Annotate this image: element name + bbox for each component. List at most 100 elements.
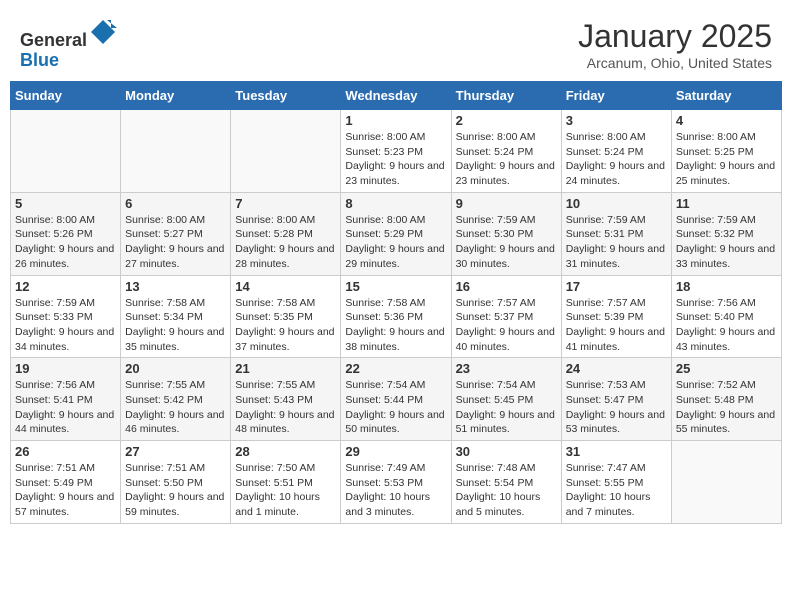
logo-general-text: General bbox=[20, 30, 87, 50]
week-row-4: 19Sunrise: 7:56 AM Sunset: 5:41 PM Dayli… bbox=[11, 358, 782, 441]
day-info: Sunrise: 7:47 AM Sunset: 5:55 PM Dayligh… bbox=[566, 461, 667, 520]
week-row-5: 26 Sunrise: 7:51 AM Sunset: 5:49 PM Dayli… bbox=[11, 441, 782, 524]
day-cell: 11 Sunrise: 7:59 AM Sunset: 5:32 PM Dayli… bbox=[671, 192, 781, 275]
day-info: Sunrise: 7:59 AM Sunset: 5:30 PM Dayligh… bbox=[456, 213, 557, 272]
day-info: Sunrise: 8:00 AM Sunset: 5:26 PM Dayligh… bbox=[15, 213, 116, 272]
day-cell: 22 Sunrise: 7:54 AM Sunset: 5:44 PM Dayli… bbox=[341, 358, 451, 441]
day-info: Sunrise: 7:51 AM Sunset: 5:49 PM Dayligh… bbox=[15, 461, 116, 520]
day-cell: 6Sunrise: 8:00 AM Sunset: 5:27 PM Daylig… bbox=[121, 192, 231, 275]
day-info: Sunrise: 8:00 AM Sunset: 5:25 PM Dayligh… bbox=[676, 130, 777, 189]
day-number: 18 bbox=[676, 279, 777, 294]
day-cell bbox=[231, 110, 341, 193]
title-block: January 2025 Arcanum, Ohio, United State… bbox=[578, 18, 772, 71]
day-cell: 13Sunrise: 7:58 AM Sunset: 5:34 PM Dayli… bbox=[121, 275, 231, 358]
day-cell: 5 Sunrise: 8:00 AM Sunset: 5:26 PM Daylig… bbox=[11, 192, 121, 275]
day-cell bbox=[121, 110, 231, 193]
day-cell: 26 Sunrise: 7:51 AM Sunset: 5:49 PM Dayli… bbox=[11, 441, 121, 524]
day-number: 7 bbox=[235, 196, 336, 211]
day-number: 28 bbox=[235, 444, 336, 459]
day-info: Sunrise: 7:58 AM Sunset: 5:35 PM Dayligh… bbox=[235, 296, 336, 355]
day-number: 29 bbox=[345, 444, 446, 459]
day-number: 11 bbox=[676, 196, 777, 211]
day-info: Sunrise: 7:52 AM Sunset: 5:48 PM Dayligh… bbox=[676, 378, 777, 437]
day-cell: 20Sunrise: 7:55 AM Sunset: 5:42 PM Dayli… bbox=[121, 358, 231, 441]
day-number: 24 bbox=[566, 361, 667, 376]
day-cell: 30 Sunrise: 7:48 AM Sunset: 5:54 PM Dayli… bbox=[451, 441, 561, 524]
day-info: Sunrise: 7:53 AM Sunset: 5:47 PM Dayligh… bbox=[566, 378, 667, 437]
weekday-header-monday: Monday bbox=[121, 82, 231, 110]
day-cell: 21 Sunrise: 7:55 AM Sunset: 5:43 PM Dayli… bbox=[231, 358, 341, 441]
day-info: Sunrise: 7:54 AM Sunset: 5:44 PM Dayligh… bbox=[345, 378, 446, 437]
day-cell: 7 Sunrise: 8:00 AM Sunset: 5:28 PM Daylig… bbox=[231, 192, 341, 275]
weekday-header-wednesday: Wednesday bbox=[341, 82, 451, 110]
day-info: Sunrise: 8:00 AM Sunset: 5:24 PM Dayligh… bbox=[456, 130, 557, 189]
day-cell: 3Sunrise: 8:00 AM Sunset: 5:24 PM Daylig… bbox=[561, 110, 671, 193]
day-info: Sunrise: 7:56 AM Sunset: 5:41 PM Dayligh… bbox=[15, 378, 116, 437]
day-cell: 17 Sunrise: 7:57 AM Sunset: 5:39 PM Dayli… bbox=[561, 275, 671, 358]
page-header: General Blue January 2025 Arcanum, Ohio,… bbox=[10, 10, 782, 77]
day-number: 30 bbox=[456, 444, 557, 459]
day-cell: 14Sunrise: 7:58 AM Sunset: 5:35 PM Dayli… bbox=[231, 275, 341, 358]
weekday-header-row: SundayMondayTuesdayWednesdayThursdayFrid… bbox=[11, 82, 782, 110]
day-cell: 12 Sunrise: 7:59 AM Sunset: 5:33 PM Dayli… bbox=[11, 275, 121, 358]
day-number: 9 bbox=[456, 196, 557, 211]
day-cell: 29 Sunrise: 7:49 AM Sunset: 5:53 PM Dayli… bbox=[341, 441, 451, 524]
logo-blue-text: Blue bbox=[20, 50, 59, 70]
day-info: Sunrise: 7:54 AM Sunset: 5:45 PM Dayligh… bbox=[456, 378, 557, 437]
day-info: Sunrise: 7:58 AM Sunset: 5:36 PM Dayligh… bbox=[345, 296, 446, 355]
weekday-header-thursday: Thursday bbox=[451, 82, 561, 110]
day-number: 20 bbox=[125, 361, 226, 376]
day-info: Sunrise: 8:00 AM Sunset: 5:28 PM Dayligh… bbox=[235, 213, 336, 272]
day-number: 17 bbox=[566, 279, 667, 294]
day-info: Sunrise: 7:57 AM Sunset: 5:37 PM Dayligh… bbox=[456, 296, 557, 355]
day-cell: 27Sunrise: 7:51 AM Sunset: 5:50 PM Dayli… bbox=[121, 441, 231, 524]
day-info: Sunrise: 7:59 AM Sunset: 5:31 PM Dayligh… bbox=[566, 213, 667, 272]
location: Arcanum, Ohio, United States bbox=[578, 55, 772, 71]
day-cell: 10Sunrise: 7:59 AM Sunset: 5:31 PM Dayli… bbox=[561, 192, 671, 275]
weekday-header-saturday: Saturday bbox=[671, 82, 781, 110]
day-number: 27 bbox=[125, 444, 226, 459]
day-number: 4 bbox=[676, 113, 777, 128]
day-cell: 1 Sunrise: 8:00 AM Sunset: 5:23 PM Daylig… bbox=[341, 110, 451, 193]
day-number: 26 bbox=[15, 444, 116, 459]
day-cell: 25Sunrise: 7:52 AM Sunset: 5:48 PM Dayli… bbox=[671, 358, 781, 441]
day-info: Sunrise: 7:57 AM Sunset: 5:39 PM Dayligh… bbox=[566, 296, 667, 355]
day-number: 1 bbox=[345, 113, 446, 128]
day-number: 31 bbox=[566, 444, 667, 459]
day-number: 21 bbox=[235, 361, 336, 376]
weekday-header-friday: Friday bbox=[561, 82, 671, 110]
day-cell: 16 Sunrise: 7:57 AM Sunset: 5:37 PM Dayli… bbox=[451, 275, 561, 358]
day-info: Sunrise: 7:59 AM Sunset: 5:33 PM Dayligh… bbox=[15, 296, 116, 355]
day-number: 15 bbox=[345, 279, 446, 294]
day-cell: 15 Sunrise: 7:58 AM Sunset: 5:36 PM Dayli… bbox=[341, 275, 451, 358]
month-title: January 2025 bbox=[578, 18, 772, 55]
day-number: 5 bbox=[15, 196, 116, 211]
day-number: 13 bbox=[125, 279, 226, 294]
logo-icon bbox=[89, 18, 117, 46]
week-row-2: 5 Sunrise: 8:00 AM Sunset: 5:26 PM Daylig… bbox=[11, 192, 782, 275]
day-cell: 19Sunrise: 7:56 AM Sunset: 5:41 PM Dayli… bbox=[11, 358, 121, 441]
day-cell: 4 Sunrise: 8:00 AM Sunset: 5:25 PM Daylig… bbox=[671, 110, 781, 193]
week-row-1: 1 Sunrise: 8:00 AM Sunset: 5:23 PM Daylig… bbox=[11, 110, 782, 193]
day-cell: 23 Sunrise: 7:54 AM Sunset: 5:45 PM Dayli… bbox=[451, 358, 561, 441]
day-cell bbox=[11, 110, 121, 193]
day-cell bbox=[671, 441, 781, 524]
day-info: Sunrise: 8:00 AM Sunset: 5:24 PM Dayligh… bbox=[566, 130, 667, 189]
day-info: Sunrise: 7:49 AM Sunset: 5:53 PM Dayligh… bbox=[345, 461, 446, 520]
day-info: Sunrise: 7:59 AM Sunset: 5:32 PM Dayligh… bbox=[676, 213, 777, 272]
day-info: Sunrise: 8:00 AM Sunset: 5:23 PM Dayligh… bbox=[345, 130, 446, 189]
day-number: 8 bbox=[345, 196, 446, 211]
day-cell: 2Sunrise: 8:00 AM Sunset: 5:24 PM Daylig… bbox=[451, 110, 561, 193]
day-info: Sunrise: 7:55 AM Sunset: 5:43 PM Dayligh… bbox=[235, 378, 336, 437]
day-cell: 9 Sunrise: 7:59 AM Sunset: 5:30 PM Daylig… bbox=[451, 192, 561, 275]
day-info: Sunrise: 7:48 AM Sunset: 5:54 PM Dayligh… bbox=[456, 461, 557, 520]
day-info: Sunrise: 7:50 AM Sunset: 5:51 PM Dayligh… bbox=[235, 461, 336, 520]
day-info: Sunrise: 8:00 AM Sunset: 5:27 PM Dayligh… bbox=[125, 213, 226, 272]
day-number: 12 bbox=[15, 279, 116, 294]
day-number: 23 bbox=[456, 361, 557, 376]
day-cell: 8Sunrise: 8:00 AM Sunset: 5:29 PM Daylig… bbox=[341, 192, 451, 275]
day-number: 16 bbox=[456, 279, 557, 294]
day-cell: 28 Sunrise: 7:50 AM Sunset: 5:51 PM Dayli… bbox=[231, 441, 341, 524]
day-number: 22 bbox=[345, 361, 446, 376]
weekday-header-tuesday: Tuesday bbox=[231, 82, 341, 110]
